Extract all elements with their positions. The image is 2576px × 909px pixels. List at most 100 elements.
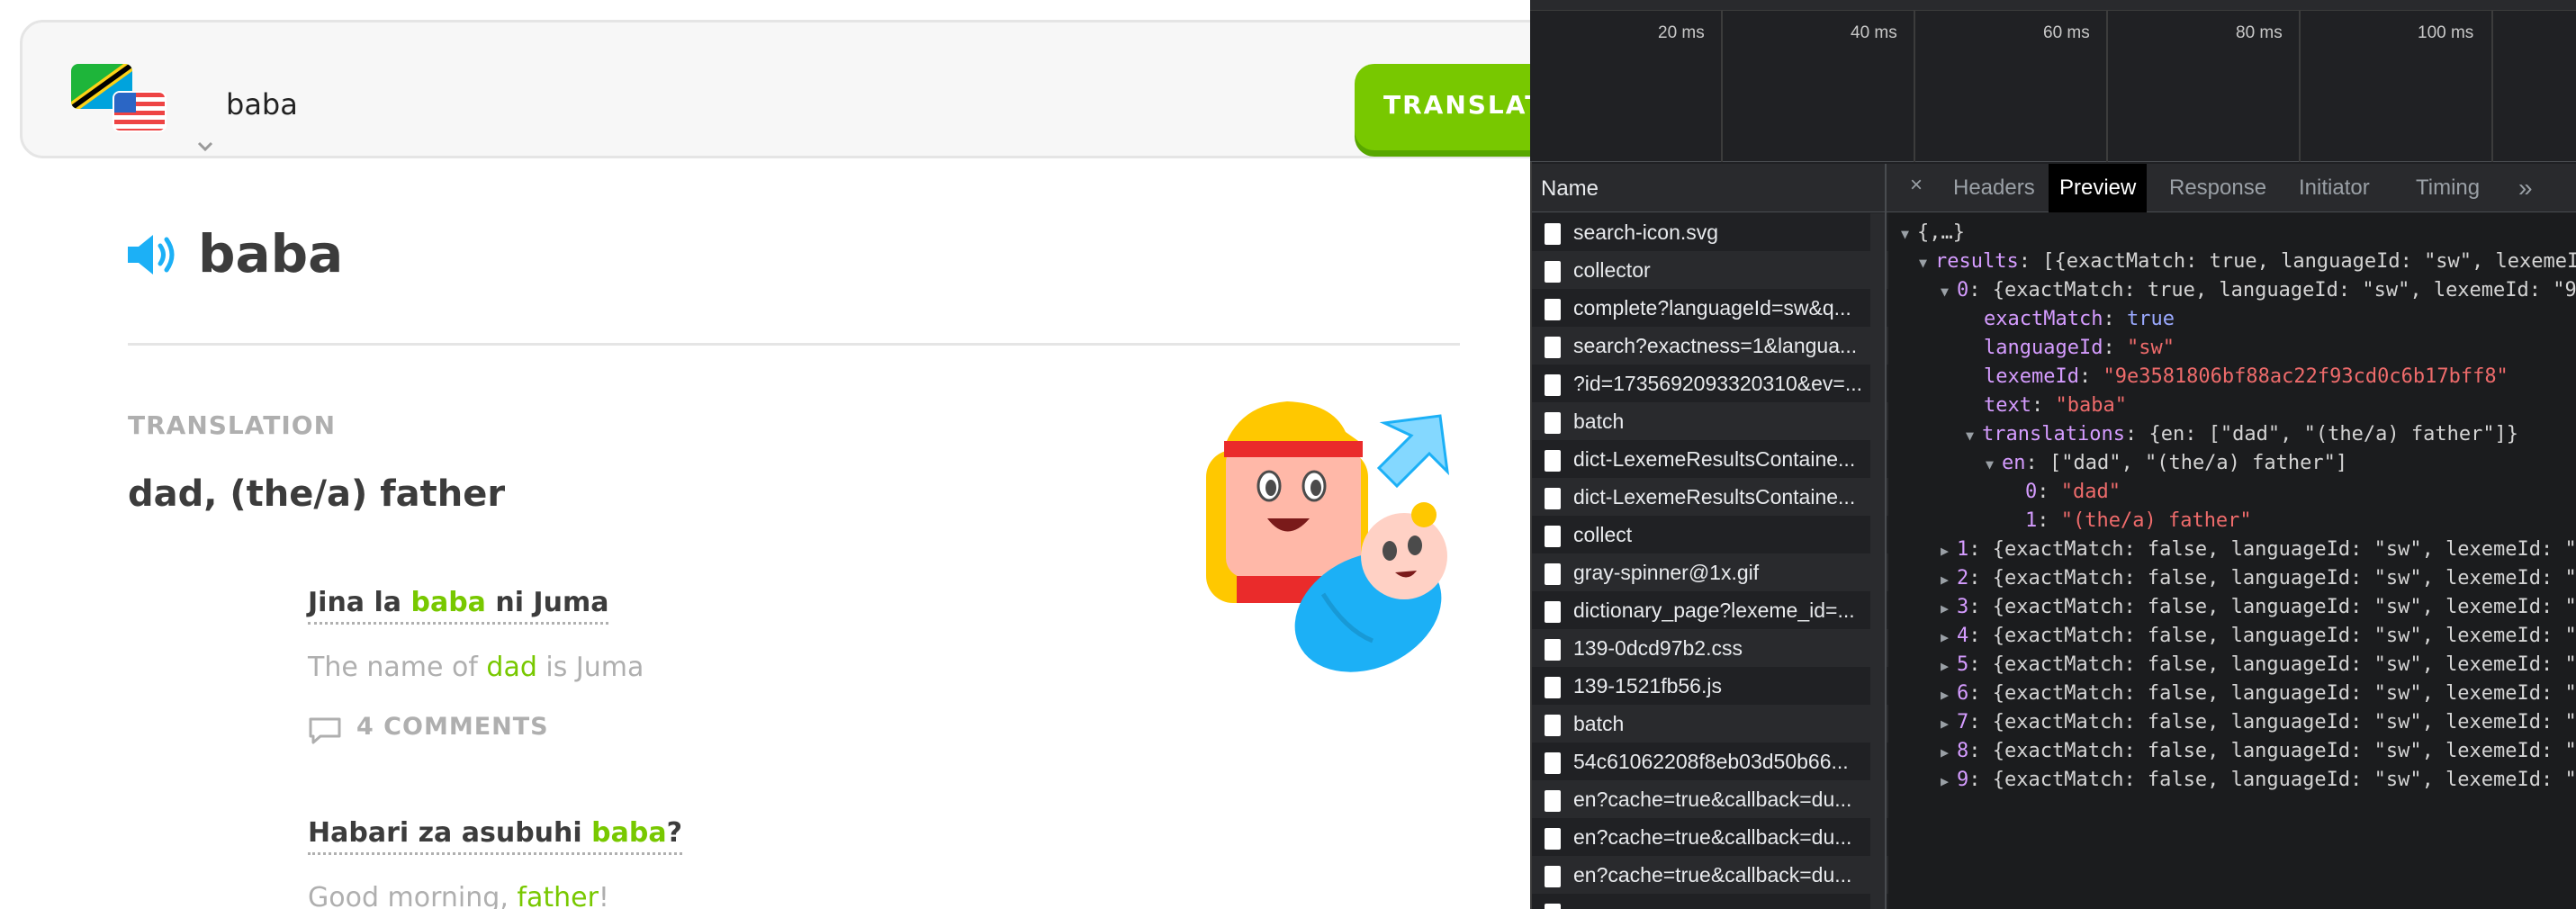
- request-row[interactable]: collect: [1532, 516, 1888, 554]
- request-row[interactable]: ?id=1735692093320310&ev=...: [1532, 364, 1888, 402]
- tab-response[interactable]: Response: [2158, 164, 2277, 212]
- example-highlight: baba: [591, 817, 667, 849]
- request-row[interactable]: 139-1521fb56.js: [1532, 667, 1888, 705]
- request-name: dictionary_page?lexeme_id=...: [1573, 598, 1855, 622]
- json-field: 0: "dad": [2025, 481, 2121, 503]
- expand-arrow-icon: ▶: [1941, 543, 1950, 559]
- file-icon: [1545, 412, 1561, 434]
- request-row[interactable]: batch: [1532, 705, 1888, 742]
- request-row[interactable]: batch: [1532, 402, 1888, 440]
- request-name: 139-1521fb56.js: [1573, 674, 1722, 698]
- section-label: TRANSLATION: [128, 410, 337, 440]
- request-row[interactable]: complete?languageId=sw&q...: [1532, 289, 1888, 327]
- file-icon: [1545, 450, 1561, 472]
- example-sentence-en: The name of dad is Juma: [308, 652, 644, 683]
- file-icon: [1545, 261, 1561, 283]
- tab-headers[interactable]: Headers: [1942, 164, 2046, 212]
- speaker-icon[interactable]: [126, 232, 180, 277]
- json-field: lexemeId: "9e3581806bf88ac22f93cd0c6b17b…: [1984, 365, 2508, 388]
- expand-arrow-icon: ▶: [1941, 716, 1950, 732]
- json-item-collapsed[interactable]: ▶ 6: {exactMatch: false, languageId: "sw"…: [1941, 680, 2576, 707]
- example-text: Good morning,: [308, 882, 518, 909]
- json-root[interactable]: ▼ {,…}: [1901, 220, 1965, 247]
- example-text: Jina la: [308, 587, 411, 618]
- json-item-collapsed[interactable]: ▶ 8: {exactMatch: false, languageId: "sw"…: [1941, 738, 2576, 765]
- json-item-0[interactable]: ▼ 0: {exactMatch: true, languageId: "sw",…: [1941, 277, 2576, 304]
- json-item-collapsed[interactable]: ▶ 3: {exactMatch: false, languageId: "sw"…: [1941, 594, 2576, 621]
- json-en[interactable]: ▼ en: ["dad", "(the/a) father"]: [1986, 450, 2347, 477]
- request-row[interactable]: search-icon.svg: [1532, 213, 1888, 251]
- expand-arrow-icon: ▶: [1941, 572, 1950, 588]
- request-row[interactable]: [1532, 894, 1888, 909]
- request-row[interactable]: search?exactness=1&langua...: [1532, 327, 1888, 364]
- example-highlight: father: [517, 882, 599, 909]
- request-name: batch: [1573, 410, 1625, 433]
- example-sentence-sw[interactable]: Habari za asubuhi baba?: [308, 817, 682, 855]
- request-name: collect: [1573, 523, 1633, 546]
- timeline-gridline: [2491, 11, 2493, 162]
- comments-label: 4 COMMENTS: [356, 713, 549, 741]
- language-selector[interactable]: [53, 64, 213, 152]
- tab-timing[interactable]: Timing: [2405, 164, 2490, 212]
- search-input[interactable]: [226, 87, 676, 122]
- request-row[interactable]: collector: [1532, 251, 1888, 289]
- json-preview: ▼ {,…} ▼ results: [{exactMatch: true, lang…: [1888, 212, 2576, 909]
- example-sentence-sw[interactable]: Jina la baba ni Juma: [308, 587, 609, 625]
- name-column-header[interactable]: Name: [1532, 164, 1888, 212]
- close-icon[interactable]: ×: [1910, 173, 1923, 198]
- devtools-panel: 20 ms 40 ms 60 ms 80 ms 100 ms Name sear…: [1530, 0, 2576, 909]
- expand-arrow-icon: ▶: [1941, 600, 1950, 616]
- example-text: Habari za asubuhi: [308, 817, 592, 849]
- json-results[interactable]: ▼ results: [{exactMatch: true, languageId…: [1919, 248, 2576, 275]
- file-icon: [1545, 677, 1561, 698]
- network-timeline[interactable]: 20 ms 40 ms 60 ms 80 ms 100 ms: [1530, 11, 2576, 162]
- timeline-tick-label: 60 ms: [2043, 23, 2090, 42]
- more-tabs-icon[interactable]: »: [2518, 164, 2533, 212]
- request-name: search?exactness=1&langua...: [1573, 334, 1858, 357]
- timeline-tick-label: 100 ms: [2418, 23, 2474, 42]
- name-header-label: Name: [1541, 176, 1599, 201]
- json-translations[interactable]: ▼ translations: {en: ["dad", "(the/a) fat…: [1966, 421, 2518, 448]
- word-title: baba: [198, 223, 344, 284]
- timeline-gridline: [1914, 11, 1915, 162]
- translate-button[interactable]: TRANSLATE: [1355, 64, 1530, 150]
- request-row[interactable]: dict-LexemeResultsContaine...: [1532, 478, 1888, 516]
- column-divider[interactable]: [1885, 164, 1887, 909]
- dictionary-page: TRANSLATE baba TRANSLATION dad, (the/a) …: [0, 0, 1530, 909]
- example-text: ni Juma: [485, 587, 609, 618]
- request-row[interactable]: dict-LexemeResultsContaine...: [1532, 440, 1888, 478]
- divider: [128, 343, 1460, 346]
- file-icon: [1545, 374, 1561, 396]
- file-icon: [1545, 563, 1561, 585]
- request-row[interactable]: 54c61062208f8eb03d50b66...: [1532, 742, 1888, 780]
- request-row[interactable]: dictionary_page?lexeme_id=...: [1532, 591, 1888, 629]
- request-row[interactable]: en?cache=true&callback=du...: [1532, 818, 1888, 856]
- chevron-down-icon[interactable]: [195, 136, 215, 156]
- tab-preview[interactable]: Preview: [2049, 164, 2148, 212]
- timeline-gridline: [1721, 11, 1723, 162]
- request-list-scrollbar[interactable]: [1870, 213, 1885, 909]
- request-row[interactable]: 139-0dcd97b2.css: [1532, 629, 1888, 667]
- father-baby-illustration: [1188, 396, 1476, 675]
- request-row[interactable]: en?cache=true&callback=du...: [1532, 856, 1888, 894]
- json-item-collapsed[interactable]: ▶ 9: {exactMatch: false, languageId: "sw"…: [1941, 767, 2576, 794]
- request-name: en?cache=true&callback=du...: [1573, 863, 1852, 886]
- json-field: text: "baba": [1984, 394, 2127, 417]
- json-item-collapsed[interactable]: ▶ 1: {exactMatch: false, languageId: "sw"…: [1941, 536, 2576, 563]
- expand-arrow-icon: ▶: [1941, 773, 1950, 789]
- expand-arrow-icon: ▼: [1901, 226, 1910, 242]
- example-text: The name of: [308, 652, 487, 683]
- search-bar: TRANSLATE: [20, 20, 1530, 158]
- request-name: collector: [1573, 258, 1651, 282]
- request-row[interactable]: gray-spinner@1x.gif: [1532, 554, 1888, 591]
- json-item-collapsed[interactable]: ▶ 5: {exactMatch: false, languageId: "sw"…: [1941, 652, 2576, 679]
- expand-arrow-icon: ▶: [1941, 658, 1950, 674]
- tab-initiator[interactable]: Initiator: [2288, 164, 2381, 212]
- expand-arrow-icon: ▼: [1986, 456, 1995, 472]
- json-item-collapsed[interactable]: ▶ 4: {exactMatch: false, languageId: "sw"…: [1941, 623, 2576, 650]
- json-item-collapsed[interactable]: ▶ 2: {exactMatch: false, languageId: "sw"…: [1941, 565, 2576, 592]
- request-row[interactable]: en?cache=true&callback=du...: [1532, 780, 1888, 818]
- expand-arrow-icon: ▶: [1941, 629, 1950, 645]
- file-icon: [1545, 828, 1561, 850]
- json-item-collapsed[interactable]: ▶ 7: {exactMatch: false, languageId: "sw"…: [1941, 709, 2576, 736]
